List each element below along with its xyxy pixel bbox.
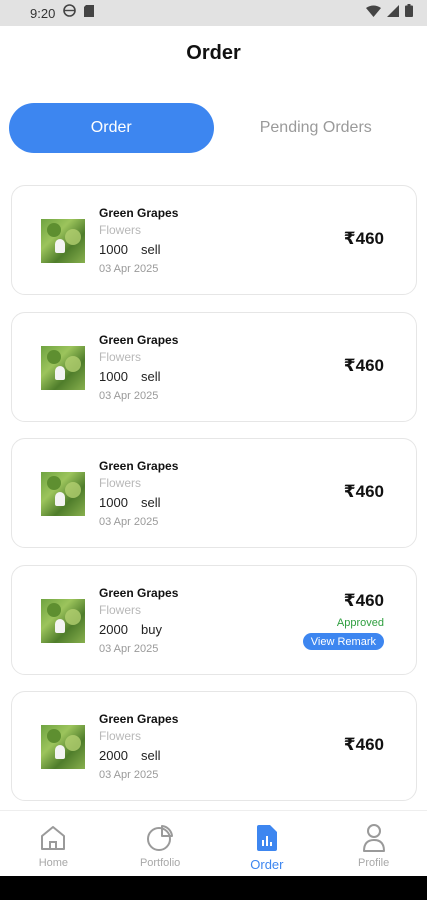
product-thumbnail <box>41 599 85 643</box>
product-category: Flowers <box>99 476 142 490</box>
product-thumbnail <box>41 346 85 390</box>
order-date: 03 Apr 2025 <box>99 390 159 402</box>
product-category: Flowers <box>99 223 142 237</box>
order-card[interactable]: Green Grapes Flowers 1000 sell 03 Apr 20… <box>11 312 417 422</box>
order-date: 03 Apr 2025 <box>99 769 159 781</box>
status-bar: 9:20 <box>0 0 427 26</box>
page-title: Order <box>186 42 241 64</box>
order-quantity: 1000 <box>99 495 128 510</box>
order-card[interactable]: Green Grapes Flowers 1000 sell 03 Apr 20… <box>11 438 417 548</box>
product-name: Green Grapes <box>99 459 179 473</box>
order-type: sell <box>141 748 161 763</box>
signal-icon <box>387 4 399 22</box>
product-name: Green Grapes <box>99 586 179 600</box>
status-time: 9:20 <box>30 5 56 21</box>
nav-item-home[interactable]: Home <box>0 811 107 876</box>
view-remark-button[interactable]: View Remark <box>302 633 384 650</box>
nav-label-profile: Profile <box>358 857 390 869</box>
order-quantity: 1000 <box>99 242 128 257</box>
order-type: sell <box>141 369 161 384</box>
nav-item-portfolio[interactable]: Portfolio <box>107 811 214 876</box>
order-date: 03 Apr 2025 <box>99 643 159 655</box>
order-type: sell <box>141 242 161 257</box>
home-icon <box>38 823 68 853</box>
globe-icon <box>63 4 77 22</box>
wifi-icon <box>366 4 381 22</box>
nav-item-profile[interactable]: Profile <box>320 811 427 876</box>
pie-chart-icon <box>145 823 175 853</box>
tab-order[interactable]: Order <box>9 103 214 153</box>
order-date: 03 Apr 2025 <box>99 263 159 275</box>
product-category: Flowers <box>99 603 142 617</box>
order-type: buy <box>141 622 162 637</box>
system-navigation-bar <box>0 876 427 900</box>
order-price: ₹460 <box>343 735 384 754</box>
product-name: Green Grapes <box>99 333 179 347</box>
nav-label-order: Order <box>250 857 284 872</box>
order-price: ₹460 <box>343 482 384 501</box>
product-name: Green Grapes <box>99 712 179 726</box>
order-price: ₹460 <box>343 591 384 610</box>
status-badge: Approved <box>336 617 384 629</box>
nav-item-order[interactable]: Order <box>214 811 321 876</box>
order-card[interactable]: Green Grapes Flowers 2000 sell 03 Apr 20… <box>11 691 417 801</box>
status-right-icons <box>366 4 413 22</box>
order-price: ₹460 <box>343 356 384 375</box>
battery-icon <box>405 4 413 22</box>
product-thumbnail <box>41 472 85 516</box>
product-name: Green Grapes <box>99 206 179 220</box>
order-document-icon <box>252 823 282 853</box>
order-type: sell <box>141 495 161 510</box>
product-category: Flowers <box>99 729 142 743</box>
order-card[interactable]: Green Grapes Flowers 2000 buy 03 Apr 202… <box>11 565 417 675</box>
product-thumbnail <box>41 725 85 769</box>
sim-card-icon <box>84 4 95 22</box>
order-tabs: Order Pending Orders <box>9 103 418 153</box>
nav-label-portfolio: Portfolio <box>139 857 181 869</box>
product-thumbnail <box>41 219 85 263</box>
nav-label-home: Home <box>38 857 69 869</box>
product-category: Flowers <box>99 350 142 364</box>
order-quantity: 1000 <box>99 369 128 384</box>
bottom-navigation: Home Portfolio Order Profile <box>0 810 427 876</box>
user-icon <box>359 823 389 853</box>
order-quantity: 2000 <box>99 748 128 763</box>
order-date: 03 Apr 2025 <box>99 516 159 528</box>
status-left-icons <box>63 4 95 22</box>
tab-pending-orders[interactable]: Pending Orders <box>214 103 419 153</box>
order-quantity: 2000 <box>99 622 128 637</box>
order-card[interactable]: Green Grapes Flowers 1000 sell 03 Apr 20… <box>11 185 417 295</box>
order-price: ₹460 <box>343 229 384 248</box>
